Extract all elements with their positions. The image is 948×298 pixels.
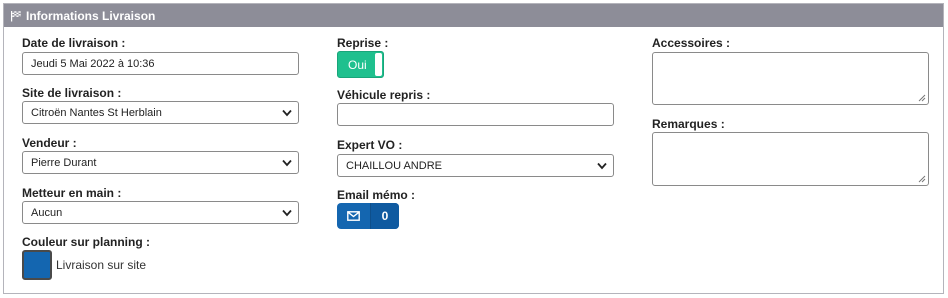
email-memo-count: 0	[371, 203, 399, 229]
trade-in-toggle-label: Oui	[348, 57, 367, 72]
handover-value: Aucun	[31, 206, 63, 219]
accessories-label: Accessoires :	[652, 36, 731, 50]
accessories-textarea[interactable]	[652, 52, 929, 105]
flag-icon	[11, 10, 21, 21]
vendor-label: Vendeur :	[22, 136, 77, 150]
delivery-date-value: Jeudi 5 Mai 2022 à 10:36	[31, 57, 155, 70]
vendor-value: Pierre Durant	[31, 156, 97, 169]
vehicle-input[interactable]	[337, 103, 614, 126]
panel-title: Informations Livraison	[26, 8, 156, 23]
chevron-down-icon	[282, 209, 292, 217]
delivery-site-select[interactable]: Citroën Nantes St Herblain	[22, 101, 299, 124]
expert-select[interactable]: CHAILLOU ANDRE	[337, 154, 614, 177]
toggle-knob	[375, 53, 382, 76]
remarks-textarea[interactable]	[652, 132, 929, 186]
handover-select[interactable]: Aucun	[22, 201, 299, 224]
planning-color-name: Livraison sur site	[56, 258, 147, 272]
chevron-down-icon	[597, 162, 607, 170]
expert-value: CHAILLOU ANDRE	[346, 159, 442, 172]
planning-color-label: Couleur sur planning :	[22, 235, 150, 249]
email-memo-label: Email mémo :	[337, 188, 416, 202]
panel-header: Informations Livraison	[4, 4, 943, 27]
delivery-site-value: Citroën Nantes St Herblain	[31, 106, 162, 119]
chevron-down-icon	[282, 109, 292, 117]
email-memo-button[interactable]: 0	[337, 203, 399, 229]
envelope-icon	[347, 211, 360, 221]
handover-label: Metteur en main :	[22, 186, 122, 200]
expert-label: Expert VO :	[337, 138, 403, 152]
vendor-select[interactable]: Pierre Durant	[22, 151, 299, 174]
planning-color-swatch[interactable]	[22, 250, 52, 280]
remarks-label: Remarques :	[652, 117, 725, 131]
trade-in-toggle[interactable]: Oui	[337, 51, 384, 78]
resize-handle-icon[interactable]	[918, 94, 926, 102]
delivery-site-label: Site de livraison :	[22, 86, 122, 100]
delivery-date-label: Date de livraison :	[22, 36, 126, 50]
vehicle-label: Véhicule repris :	[337, 88, 431, 102]
chevron-down-icon	[282, 159, 292, 167]
resize-handle-icon[interactable]	[918, 175, 926, 183]
delivery-date-input[interactable]: Jeudi 5 Mai 2022 à 10:36	[22, 52, 299, 75]
trade-in-label: Reprise :	[337, 36, 389, 50]
